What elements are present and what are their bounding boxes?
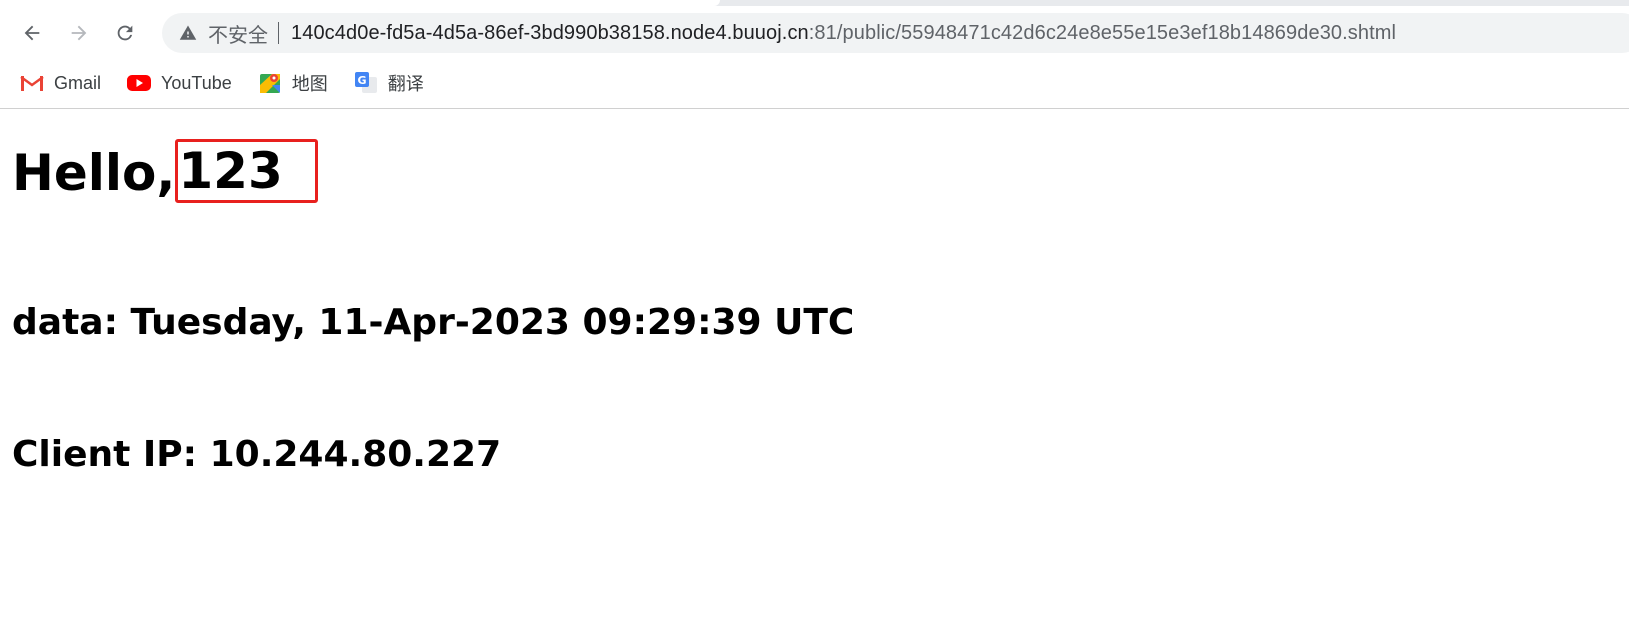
bookmarks-bar: Gmail YouTube 地图 G 翻译 [0, 64, 450, 102]
back-arrow-icon [24, 25, 40, 41]
svg-text:G: G [357, 74, 366, 87]
bookmark-label: Gmail [54, 72, 102, 93]
client-ip-line: Client IP: 10.244.80.227 [12, 434, 502, 475]
browser-chrome: 不安全 140c4d0e-fd5a-4d5a-86ef-3bd990b38158… [0, 0, 1629, 109]
browser-toolbar: 不安全 140c4d0e-fd5a-4d5a-86ef-3bd990b38158… [0, 10, 1629, 56]
bookmark-label: YouTube [161, 72, 232, 93]
url-path: :81/public/55948471c42d6c24e8e55e15e3ef1… [808, 21, 1397, 44]
translate-icon: G [354, 71, 378, 95]
bookmark-gmail[interactable]: Gmail [20, 71, 101, 95]
security-status-label[interactable]: 不安全 [208, 19, 268, 48]
bookmark-maps[interactable]: 地图 [258, 70, 328, 96]
url-host: 140c4d0e-fd5a-4d5a-86ef-3bd990b38158.nod… [291, 21, 809, 44]
maps-icon [258, 71, 282, 95]
active-tab-edge [0, 0, 720, 6]
url-text[interactable]: 140c4d0e-fd5a-4d5a-86ef-3bd990b38158.nod… [291, 22, 1396, 45]
bookmark-youtube[interactable]: YouTube [127, 71, 232, 95]
bookmark-translate[interactable]: G 翻译 [354, 70, 424, 96]
tab-strip [0, 0, 1629, 6]
reload-button[interactable] [108, 16, 142, 50]
address-bar[interactable]: 不安全 140c4d0e-fd5a-4d5a-86ef-3bd990b38158… [162, 13, 1629, 53]
reload-icon [117, 25, 133, 41]
bookmark-label: 翻译 [387, 74, 424, 94]
not-secure-warning-icon[interactable] [178, 23, 198, 43]
hello-prefix: Hello, [12, 144, 176, 202]
forward-button[interactable] [62, 16, 96, 50]
gmail-icon [20, 71, 44, 95]
highlighted-name-box: 123 [175, 139, 318, 203]
hello-heading: Hello,123 [12, 139, 318, 203]
date-line: data: Tuesday, 11-Apr-2023 09:29:39 UTC [12, 302, 855, 343]
forward-arrow-icon [71, 25, 87, 41]
name-value: 123 [178, 142, 283, 200]
bookmark-label: 地图 [291, 74, 328, 94]
omnibox-separator [278, 22, 279, 44]
back-button[interactable] [15, 16, 49, 50]
youtube-icon [127, 71, 152, 95]
